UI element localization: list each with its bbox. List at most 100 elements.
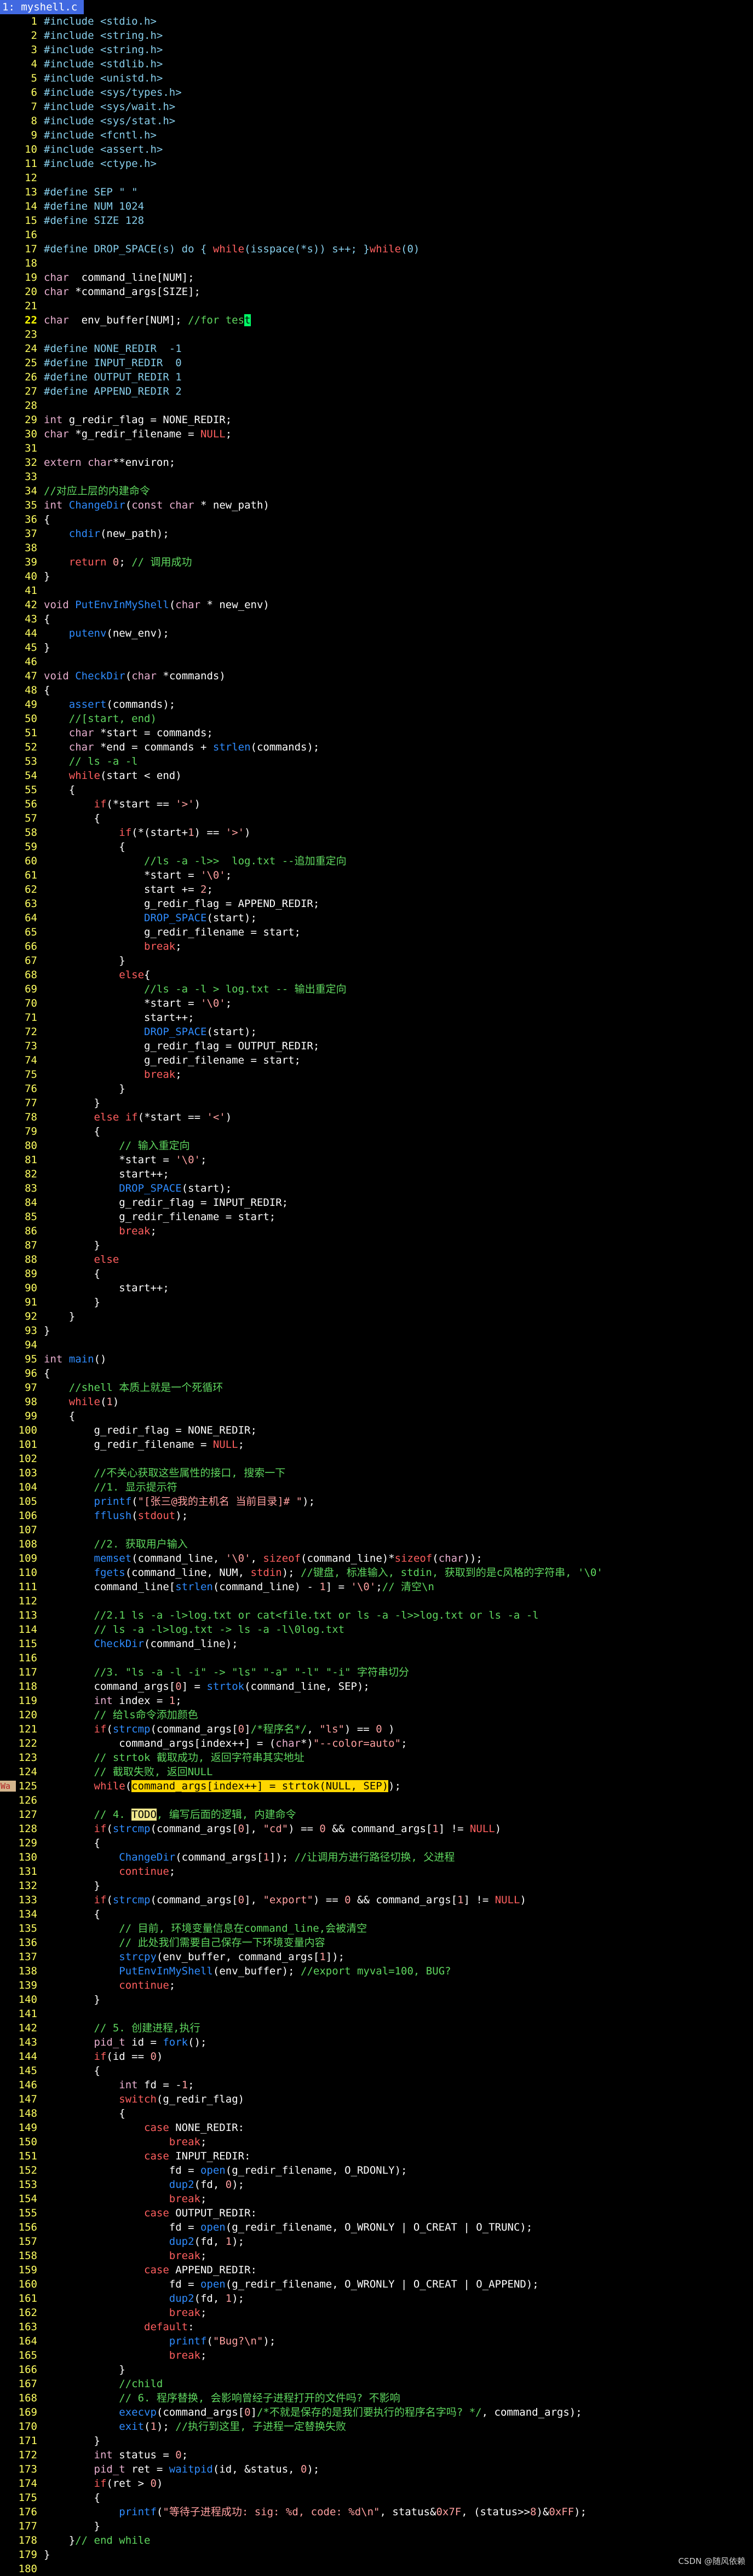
code-line[interactable]: 72 DROP_SPACE(start);	[0, 1025, 753, 1039]
code-line[interactable]: 37 chdir(new_path);	[0, 527, 753, 541]
code-line[interactable]: 160 fd = open(g_redir_filename, O_WRONLY…	[0, 2277, 753, 2291]
code-line[interactable]: 180	[0, 2562, 753, 2576]
code-line[interactable]: 102	[0, 1452, 753, 1466]
code-line[interactable]: 158 break;	[0, 2249, 753, 2263]
code-line[interactable]: 82 start++;	[0, 1167, 753, 1181]
code-line[interactable]: 5 #include <unistd.h>	[0, 71, 753, 85]
code-line[interactable]: 77 }	[0, 1096, 753, 1110]
code-line[interactable]: 71 start++;	[0, 1010, 753, 1025]
code-line[interactable]: 86 break;	[0, 1224, 753, 1238]
code-line[interactable]: 58 if(*(start+1) == '>')	[0, 825, 753, 840]
code-line[interactable]: 115 CheckDir(command_line);	[0, 1637, 753, 1651]
code-line[interactable]: 179}	[0, 2548, 753, 2562]
code-line[interactable]: 35 int ChangeDir(const char * new_path)	[0, 498, 753, 512]
code-line[interactable]: 90 start++;	[0, 1281, 753, 1295]
code-line[interactable]: 165 break;	[0, 2348, 753, 2363]
code-line[interactable]: 51 char *start = commands;	[0, 726, 753, 740]
code-line[interactable]: 146 int fd = -1;	[0, 2078, 753, 2092]
code-line[interactable]: 36 {	[0, 512, 753, 527]
code-line[interactable]: 94	[0, 1338, 753, 1352]
code-line[interactable]: 73 g_redir_flag = OUTPUT_REDIR;	[0, 1039, 753, 1053]
code-line[interactable]: 178 }// end while	[0, 2533, 753, 2548]
code-line[interactable]: 67 }	[0, 954, 753, 968]
code-line[interactable]: 50 //[start, end)	[0, 712, 753, 726]
code-line[interactable]: 23	[0, 327, 753, 342]
code-line[interactable]: 176 printf("等待子进程成功: sig: %d, code: %d\n…	[0, 2505, 753, 2519]
code-line[interactable]: 83 DROP_SPACE(start);	[0, 1181, 753, 1195]
code-line[interactable]: 100 g_redir_flag = NONE_REDIR;	[0, 1423, 753, 1437]
code-line[interactable]: 155 case OUTPUT_REDIR:	[0, 2206, 753, 2220]
code-line[interactable]: 38	[0, 541, 753, 555]
code-line[interactable]: 60 //ls -a -l>> log.txt --追加重定向	[0, 854, 753, 868]
code-line[interactable]: 42 void PutEnvInMyShell(char * new_env)	[0, 598, 753, 612]
code-line[interactable]: 140 }	[0, 1992, 753, 2007]
code-line[interactable]: 167 //child	[0, 2377, 753, 2391]
code-line[interactable]: 6 #include <sys/types.h>	[0, 85, 753, 100]
code-line[interactable]: 78 else if(*start == '<')	[0, 1110, 753, 1124]
code-line[interactable]: 144 if(id == 0)	[0, 2049, 753, 2064]
code-line[interactable]: 47 void CheckDir(char *commands)	[0, 669, 753, 683]
code-line[interactable]: 88 else	[0, 1252, 753, 1267]
code-line[interactable]: 17 #define DROP_SPACE(s) do { while(isspa…	[0, 242, 753, 256]
code-line[interactable]: 10 #include <assert.h>	[0, 142, 753, 157]
code-line[interactable]: 69 //ls -a -l > log.txt -- 输出重定向	[0, 982, 753, 996]
code-line[interactable]: 129 {	[0, 1836, 753, 1850]
code-line[interactable]: 166 }	[0, 2363, 753, 2377]
code-line[interactable]: 85 g_redir_filename = start;	[0, 1210, 753, 1224]
code-line[interactable]: 116	[0, 1651, 753, 1665]
code-line[interactable]: 127 // 4. TODO, 编写后面的逻辑, 内建命令	[0, 1807, 753, 1822]
code-line[interactable]: 16	[0, 228, 753, 242]
code-line[interactable]: 19 char command_line[NUM];	[0, 270, 753, 285]
code-line[interactable]: 143 pid_t id = fork();	[0, 2035, 753, 2049]
code-line[interactable]: 117 //3. "ls -a -l -i" -> "ls" "-a" "-l"…	[0, 1665, 753, 1679]
code-line[interactable]: 153 dup2(fd, 0);	[0, 2178, 753, 2192]
code-line[interactable]: 43 {	[0, 612, 753, 626]
code-line[interactable]: 175 {	[0, 2491, 753, 2505]
code-line[interactable]: 9 #include <fcntl.h>	[0, 128, 753, 142]
code-line[interactable]: 18	[0, 256, 753, 270]
code-line[interactable]: 24 #define NONE_REDIR -1	[0, 342, 753, 356]
code-line[interactable]: 107	[0, 1523, 753, 1537]
code-line[interactable]: 65 g_redir_filename = start;	[0, 925, 753, 939]
code-line[interactable]: 99 {	[0, 1409, 753, 1423]
code-line[interactable]: 136 // 此处我们需要自己保存一下环境变量内容	[0, 1936, 753, 1950]
code-line[interactable]: 31	[0, 441, 753, 455]
code-line[interactable]: 33	[0, 470, 753, 484]
code-line[interactable]: 44 putenv(new_env);	[0, 626, 753, 640]
code-line[interactable]: 164 printf("Bug?\n");	[0, 2334, 753, 2348]
code-line[interactable]: 22 char env_buffer[NUM]; //for test	[0, 313, 753, 327]
code-line[interactable]: 87 }	[0, 1238, 753, 1252]
code-line[interactable]: 109 memset(command_line, '\0', sizeof(co…	[0, 1551, 753, 1566]
code-line[interactable]: 57 {	[0, 811, 753, 825]
code-line[interactable]: 118 command_args[0] = strtok(command_lin…	[0, 1679, 753, 1694]
code-line[interactable]: 53 // ls -a -l	[0, 754, 753, 769]
code-line[interactable]: 95 int main()	[0, 1352, 753, 1366]
code-line[interactable]: 20 char *command_args[SIZE];	[0, 285, 753, 299]
code-line[interactable]: 170 exit(1); //执行到这里, 子进程一定替换失败	[0, 2419, 753, 2434]
code-line[interactable]: 74 g_redir_filename = start;	[0, 1053, 753, 1067]
code-line[interactable]: 62 start += 2;	[0, 882, 753, 897]
code-line[interactable]: 25 #define INPUT_REDIR 0	[0, 356, 753, 370]
code-line[interactable]: 34 //对应上层的内建命令	[0, 484, 753, 498]
code-line[interactable]: 106 fflush(stdout);	[0, 1509, 753, 1523]
code-line[interactable]: 13 #define SEP " "	[0, 185, 753, 199]
code-line[interactable]: 128 if(strcmp(command_args[0], "cd") == …	[0, 1822, 753, 1836]
code-line[interactable]: 91 }	[0, 1295, 753, 1309]
code-line[interactable]: 1 #include <stdio.h>	[0, 14, 753, 28]
code-line[interactable]: 147 switch(g_redir_flag)	[0, 2092, 753, 2106]
code-line[interactable]: 177 }	[0, 2519, 753, 2533]
code-line[interactable]: Wa 125 while(command_args[index++] = strt…	[0, 1779, 753, 1793]
code-line[interactable]: 120 // 给ls命令添加颜色	[0, 1708, 753, 1722]
code-line[interactable]: 112	[0, 1594, 753, 1608]
code-line[interactable]: 174 if(ret > 0)	[0, 2476, 753, 2491]
code-line[interactable]: 52 char *end = commands + strlen(command…	[0, 740, 753, 754]
code-line[interactable]: 148 {	[0, 2106, 753, 2121]
code-line[interactable]: 66 break;	[0, 939, 753, 954]
code-line[interactable]: 113 //2.1 ls -a -l>log.txt or cat<file.t…	[0, 1608, 753, 1622]
code-line[interactable]: 98 while(1)	[0, 1395, 753, 1409]
code-line[interactable]: 28	[0, 398, 753, 413]
code-line[interactable]: 80 // 输入重定向	[0, 1139, 753, 1153]
code-line[interactable]: 172 int status = 0;	[0, 2448, 753, 2462]
code-line[interactable]: 63 g_redir_flag = APPEND_REDIR;	[0, 897, 753, 911]
code-line[interactable]: 8 #include <sys/stat.h>	[0, 114, 753, 128]
